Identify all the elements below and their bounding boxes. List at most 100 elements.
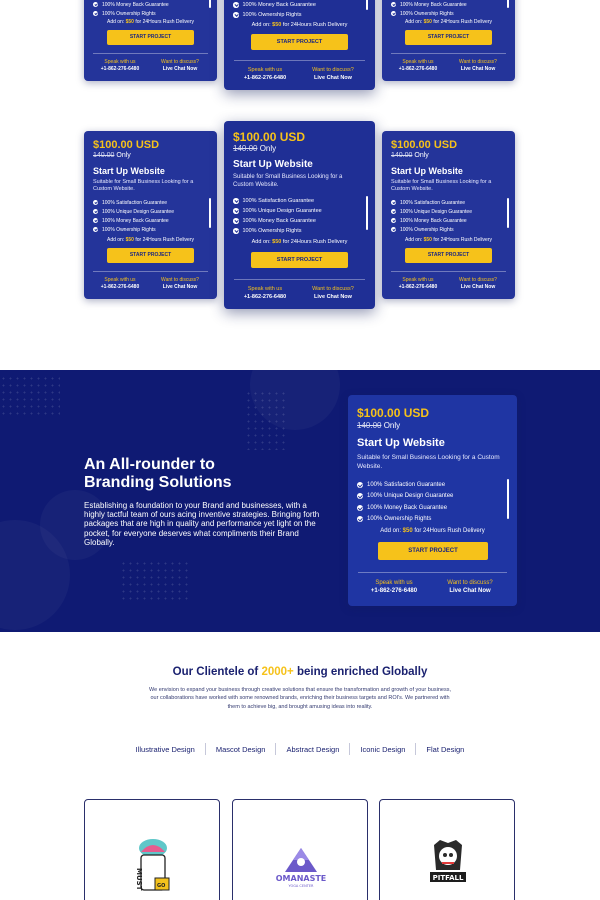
package-title: Start Up Website <box>357 437 445 449</box>
check-icon <box>233 228 239 234</box>
check-icon <box>391 11 396 16</box>
omanaste-logo-sub: YOGA CENTER <box>289 884 315 888</box>
price: $100.00 USD <box>391 139 458 151</box>
check-icon <box>93 200 98 205</box>
decorative-dots <box>245 390 285 450</box>
live-chat-link[interactable]: Want to discuss? Live Chat Now <box>450 277 506 291</box>
portfolio-card-must-go[interactable]: MUST GO <box>84 799 220 900</box>
omanaste-logo-text: OMANASTE <box>276 874 327 883</box>
addon-text: Add on: $50 for 24Hours Rush Delivery <box>404 19 492 25</box>
speak-with-us[interactable]: Speak with us +1-862-276-6480 <box>92 59 148 73</box>
start-project-button[interactable]: START PROJECT <box>251 34 348 50</box>
pricing-card-top-center: 100% Money Back Guarantee 100% Ownership… <box>224 0 375 90</box>
check-icon <box>391 209 396 214</box>
feature-item: 100% Ownership Rights <box>233 10 316 20</box>
addon-text: Add on: $50 for 24Hours Rush Delivery <box>106 237 194 243</box>
check-icon <box>391 200 396 205</box>
live-chat-link[interactable]: Want to discuss? Live Chat Now <box>450 59 506 73</box>
feature-item: 100% Satisfaction Guarantee <box>93 198 174 207</box>
check-icon <box>357 516 363 523</box>
hero-body: Establishing a foundation to your Brand … <box>84 501 320 547</box>
start-project-button[interactable]: START PROJECT <box>405 30 492 45</box>
feature-item: 100% Ownership Rights <box>93 9 169 18</box>
scrollbar[interactable] <box>209 198 211 228</box>
start-project-button[interactable]: START PROJECT <box>378 542 488 560</box>
feature-item: 100% Unique Design Guarantee <box>357 491 453 503</box>
divider <box>234 60 365 61</box>
check-icon <box>233 218 239 224</box>
hero-heading: An All-rounder to Branding Solutions <box>84 456 232 492</box>
live-chat-link[interactable]: Want to discuss? Live Chat Now <box>152 59 208 73</box>
scrollbar[interactable] <box>209 0 211 8</box>
feature-item: 100% Money Back Guarantee <box>93 216 174 225</box>
pitfall-logo-text: PITFALL <box>433 874 464 882</box>
check-icon <box>93 227 98 232</box>
package-description: Suitable for Small Business Looking for … <box>357 454 500 470</box>
scrollbar[interactable] <box>507 0 509 8</box>
live-chat-link[interactable]: Want to discuss? Live Chat Now <box>302 286 364 301</box>
scrollbar[interactable] <box>507 479 509 519</box>
speak-with-us[interactable]: Speak with us +1-862-276-6480 <box>92 277 148 291</box>
pricing-card-center: $100.00 USD 140.00 Only Start Up Website… <box>224 121 375 309</box>
feature-item: 100% Money Back Guarantee <box>391 216 472 225</box>
speak-with-us[interactable]: Speak with us +1-862-276-6480 <box>234 286 296 301</box>
feature-item: 100% Ownership Rights <box>391 225 472 234</box>
check-icon <box>93 209 98 214</box>
price: $100.00 USD <box>93 139 160 151</box>
feature-item: 100% Unique Design Guarantee <box>391 207 472 216</box>
start-project-button[interactable]: START PROJECT <box>107 248 194 263</box>
feature-item: 100% Ownership Rights <box>357 514 453 526</box>
divider <box>391 271 506 272</box>
tab-illustrative-design[interactable]: Illustrative Design <box>126 745 205 755</box>
decorative-dots <box>120 560 190 600</box>
tab-abstract-design[interactable]: Abstract Design <box>276 745 349 755</box>
speak-with-us[interactable]: Speak with us +1-862-276-6480 <box>358 579 430 596</box>
tab-flat-design[interactable]: Flat Design <box>416 745 474 755</box>
start-project-button[interactable]: START PROJECT <box>405 248 492 263</box>
speak-with-us[interactable]: Speak with us +1-862-276-6480 <box>390 59 446 73</box>
check-icon <box>357 504 363 511</box>
scrollbar[interactable] <box>366 0 368 10</box>
live-chat-link[interactable]: Want to discuss? Live Chat Now <box>302 67 364 82</box>
speak-with-us[interactable]: Speak with us +1-862-276-6480 <box>234 67 296 82</box>
check-icon <box>391 2 396 7</box>
tab-iconic-design[interactable]: Iconic Design <box>350 745 415 755</box>
feature-item: 100% Satisfaction Guarantee <box>357 479 453 491</box>
price: $100.00 USD <box>233 130 306 144</box>
clientele-description: We envision to expand your business thro… <box>149 687 451 710</box>
scrollbar[interactable] <box>366 196 368 230</box>
feature-item: 100% Money Back Guarantee <box>233 0 316 10</box>
feature-list: 100% Satisfaction Guarantee 100% Unique … <box>233 196 322 236</box>
live-chat-link[interactable]: Want to discuss? Live Chat Now <box>434 579 506 596</box>
check-icon <box>391 227 396 232</box>
feature-item: 100% Ownership Rights <box>93 225 174 234</box>
check-icon <box>233 208 239 214</box>
feature-list: 100% Satisfaction Guarantee 100% Unique … <box>357 479 453 525</box>
addon-text: Add on: $50 for 24Hours Rush Delivery <box>251 239 348 245</box>
portfolio-card-pitfall[interactable]: PITFALL <box>379 799 515 900</box>
package-title: Start Up Website <box>391 166 463 176</box>
tab-mascot-design[interactable]: Mascot Design <box>206 745 276 755</box>
feature-list: 100% Satisfaction Guarantee 100% Unique … <box>93 198 174 234</box>
feature-item: 100% Ownership Rights <box>391 9 467 18</box>
feature-item: 100% Money Back Guarantee <box>233 216 322 226</box>
clientele-title: Our Clientele of 2000+ being enriched Gl… <box>172 666 428 678</box>
package-description: Suitable for Small Business Looking for … <box>233 174 343 189</box>
check-icon <box>93 218 98 223</box>
speak-with-us[interactable]: Speak with us +1-862-276-6480 <box>390 277 446 291</box>
category-tabs: Illustrative Design Mascot Design Abstra… <box>0 743 600 755</box>
live-chat-link[interactable]: Want to discuss? Live Chat Now <box>152 277 208 291</box>
check-icon <box>233 12 239 18</box>
feature-item: 100% Money Back Guarantee <box>391 0 467 9</box>
scrollbar[interactable] <box>507 198 509 228</box>
pitfall-logo-image: PITFALL <box>430 840 466 882</box>
package-description: Suitable for Small Business Looking for … <box>93 179 194 193</box>
start-project-button[interactable]: START PROJECT <box>107 30 194 45</box>
package-title: Start Up Website <box>93 166 165 176</box>
pricing-card-top-right: 100% Money Back Guarantee 100% Ownership… <box>382 0 515 81</box>
check-icon <box>93 11 98 16</box>
addon-text: Add on: $50 for 24Hours Rush Delivery <box>106 19 194 25</box>
start-project-button[interactable]: START PROJECT <box>251 252 348 268</box>
must-go-logo-sub: GO <box>157 883 165 889</box>
portfolio-card-omanaste[interactable]: OMANASTE YOGA CENTER <box>232 799 368 900</box>
